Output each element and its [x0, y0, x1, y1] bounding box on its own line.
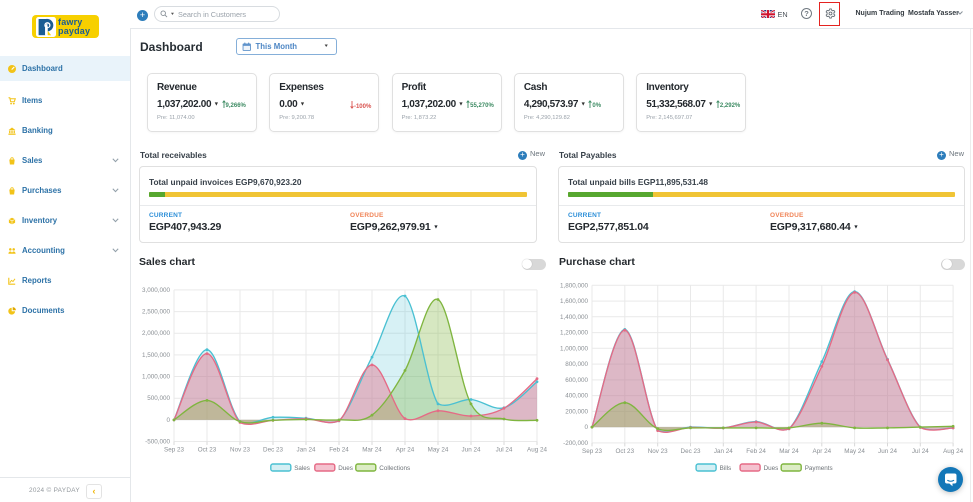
svg-text:1,000,000: 1,000,000	[560, 345, 589, 352]
svg-text:2,500,000: 2,500,000	[142, 309, 171, 316]
svg-text:-200,000: -200,000	[563, 440, 588, 447]
svg-text:Dues: Dues	[338, 465, 353, 472]
svg-text:1,000,000: 1,000,000	[142, 374, 171, 381]
svg-text:2,000,000: 2,000,000	[142, 330, 171, 337]
svg-text:0: 0	[584, 424, 588, 431]
svg-text:Sep 23: Sep 23	[164, 447, 184, 454]
svg-text:May 24: May 24	[844, 448, 865, 455]
svg-text:0: 0	[166, 417, 170, 424]
svg-text:500,000: 500,000	[147, 395, 170, 402]
svg-text:Bills: Bills	[720, 465, 732, 472]
svg-text:Mar 24: Mar 24	[779, 448, 799, 455]
svg-text:Jul 24: Jul 24	[912, 448, 929, 455]
svg-text:Jun 24: Jun 24	[462, 447, 481, 454]
svg-text:Jun 24: Jun 24	[878, 448, 897, 455]
svg-text:Feb 24: Feb 24	[746, 448, 766, 455]
svg-text:Jan 24: Jan 24	[297, 447, 316, 454]
svg-text:1,400,000: 1,400,000	[560, 314, 589, 321]
svg-text:1,800,000: 1,800,000	[560, 282, 589, 289]
svg-text:Nov 23: Nov 23	[648, 448, 668, 455]
svg-text:Mar 24: Mar 24	[362, 447, 382, 454]
svg-text:1,600,000: 1,600,000	[560, 298, 589, 305]
svg-text:Dec 23: Dec 23	[681, 448, 701, 455]
svg-text:Apr 24: Apr 24	[813, 448, 832, 455]
svg-text:Dec 23: Dec 23	[263, 447, 283, 454]
svg-text:600,000: 600,000	[565, 377, 588, 384]
svg-text:1,200,000: 1,200,000	[560, 330, 589, 337]
svg-text:Collections: Collections	[379, 465, 410, 472]
svg-text:3,000,000: 3,000,000	[142, 287, 171, 294]
svg-text:Oct 23: Oct 23	[616, 448, 635, 455]
svg-text:200,000: 200,000	[565, 408, 588, 415]
svg-text:Apr 24: Apr 24	[396, 447, 415, 454]
svg-text:Sep 23: Sep 23	[582, 448, 602, 455]
svg-text:Jan 24: Jan 24	[714, 448, 733, 455]
svg-text:Dues: Dues	[764, 465, 779, 472]
svg-text:1,500,000: 1,500,000	[142, 352, 171, 359]
svg-text:400,000: 400,000	[565, 393, 588, 400]
svg-text:-500,000: -500,000	[145, 439, 170, 446]
svg-text:Sales: Sales	[294, 465, 310, 472]
svg-text:Payments: Payments	[805, 465, 833, 472]
svg-text:Aug 24: Aug 24	[527, 447, 547, 454]
svg-text:Feb 24: Feb 24	[329, 447, 349, 454]
svg-text:Aug 24: Aug 24	[943, 448, 963, 455]
svg-text:800,000: 800,000	[565, 361, 588, 368]
svg-text:May 24: May 24	[428, 447, 449, 454]
svg-text:Oct 23: Oct 23	[198, 447, 217, 454]
svg-text:Jul 24: Jul 24	[496, 447, 513, 454]
svg-text:Nov 23: Nov 23	[230, 447, 250, 454]
